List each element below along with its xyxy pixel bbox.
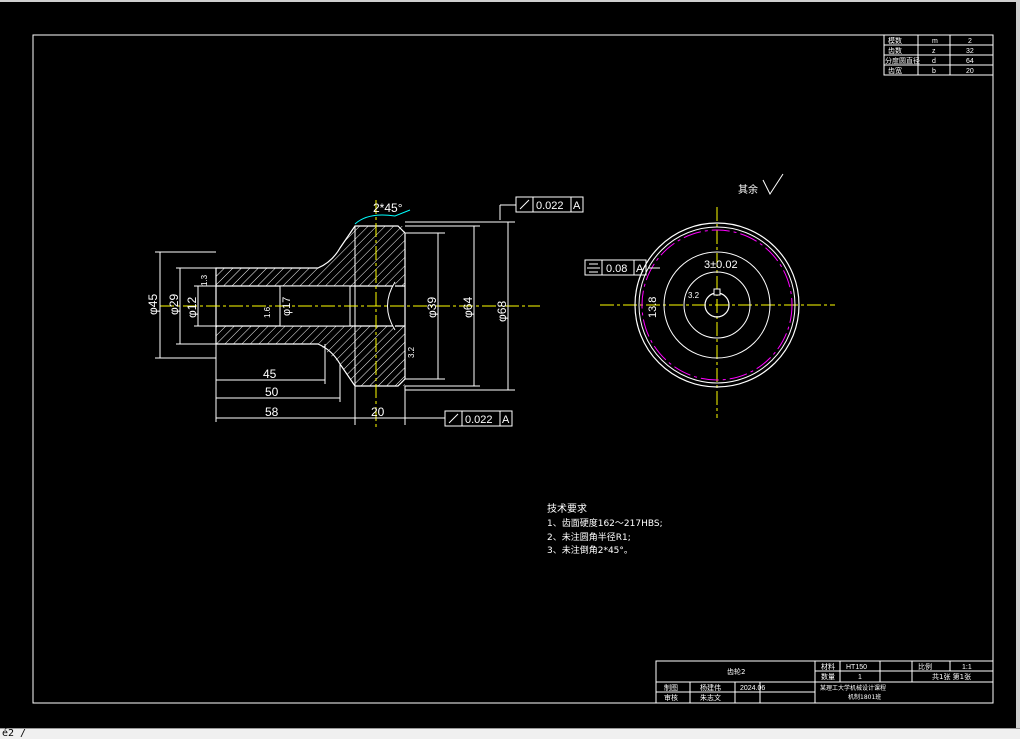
end-view: 0.08 A 3±0.02 13.8 3.2 其余: [584, 173, 835, 418]
tb-part-name: 齿轮2: [727, 667, 745, 676]
symmetry-value: 0.08: [606, 263, 627, 275]
param-name-0: 模数: [888, 36, 902, 45]
runout-top-datum: A: [573, 200, 581, 212]
roughness-icon: [762, 173, 784, 196]
dim-len45: 45: [263, 367, 277, 381]
tb-date: 2024.06: [740, 685, 765, 692]
runout-bottom-datum: A: [502, 414, 510, 426]
roughness-face: 3.2: [407, 346, 416, 358]
tb-checker: 朱志文: [700, 693, 721, 702]
param-val-2: 64: [966, 58, 974, 65]
tb-qty: 1: [858, 674, 862, 681]
window-right-edge: [1016, 0, 1020, 728]
notes-line-2: 2、未注圆角半径R1;: [547, 531, 631, 543]
runout-top-value: 0.022: [536, 200, 564, 212]
title-block: 齿轮2 材料 HT150 比例 1:1 数量 1 共1张 第1张 制图 杨建伟 …: [655, 660, 994, 704]
notes-line-3: 3、未注倒角2*45°。: [547, 544, 633, 556]
dim-d29: φ29: [167, 294, 181, 315]
tb-material-label: 材料: [821, 662, 835, 671]
dim-len58: 58: [265, 405, 279, 419]
tb-material: HT150: [846, 664, 867, 671]
chamfer-label: 2*45°: [373, 201, 403, 215]
dim-d68: φ68: [495, 301, 509, 322]
tb-ratio-label: 比例: [918, 662, 932, 671]
dim-d64: φ64: [461, 297, 475, 318]
param-name-2: 分度圆直径: [885, 56, 920, 65]
roughness-keyway: 3.2: [688, 291, 700, 300]
section-view: φ45 φ29 φ12 φ17 1.3 φ39 φ64 φ68 45 50 58…: [146, 196, 584, 430]
runout-bottom-value: 0.022: [465, 414, 493, 426]
dim-d45: φ45: [146, 294, 160, 315]
tb-designer: 杨建伟: [700, 683, 721, 692]
command-text: é2 /: [2, 728, 27, 739]
param-val-3: 20: [966, 68, 974, 75]
notes-title: 技术要求: [547, 502, 587, 515]
drawing-border: [32, 34, 994, 704]
drawing-canvas[interactable]: φ45 φ29 φ12 φ17 1.3 φ39 φ64 φ68 45 50 58…: [0, 0, 1020, 728]
roughness-bore: 1.6: [263, 306, 272, 318]
param-sym-1: z: [932, 48, 936, 55]
tb-checker-label: 审核: [664, 693, 678, 702]
tb-school: 某理工大学机械设计课程: [820, 684, 886, 692]
tb-ratio: 1:1: [962, 664, 972, 671]
tb-class: 机制1801班: [848, 693, 881, 701]
param-sym-3: b: [932, 68, 936, 75]
roughness-1-3: 1.3: [200, 274, 209, 286]
other-roughness-label: 其余: [738, 183, 758, 196]
symmetry-datum: A: [636, 263, 644, 275]
dim-d12: φ12: [185, 297, 199, 318]
tb-qty-label: 数量: [821, 672, 835, 681]
notes-line-1: 1、齿面硬度162～217HBS;: [547, 517, 663, 529]
command-line[interactable]: é2 /: [0, 728, 1020, 739]
param-val-0: 2: [968, 38, 972, 45]
tb-designer-label: 制图: [664, 683, 678, 692]
window-top-edge: [0, 0, 1020, 2]
dim-d17: φ17: [281, 297, 293, 316]
tb-sheet: 共1张 第1张: [932, 672, 971, 681]
keyway-depth: 13.8: [647, 297, 659, 318]
param-name-3: 齿宽: [888, 66, 902, 75]
dim-len50: 50: [265, 385, 279, 399]
param-val-1: 32: [966, 48, 974, 55]
keyway-width: 3±0.02: [704, 259, 738, 271]
dim-d39: φ39: [425, 297, 439, 318]
cad-drawing: φ45 φ29 φ12 φ17 1.3 φ39 φ64 φ68 45 50 58…: [32, 34, 994, 704]
gear-parameter-table: 模数 m 2 齿数 z 32 分度圆直径 d 64 齿宽 b 20: [883, 34, 994, 76]
param-name-1: 齿数: [888, 46, 902, 55]
param-sym-2: d: [932, 58, 936, 65]
technical-notes: 技术要求 1、齿面硬度162～217HBS; 2、未注圆角半径R1; 3、未注倒…: [547, 502, 663, 556]
param-sym-0: m: [932, 38, 938, 45]
dim-len20: 20: [371, 405, 385, 419]
